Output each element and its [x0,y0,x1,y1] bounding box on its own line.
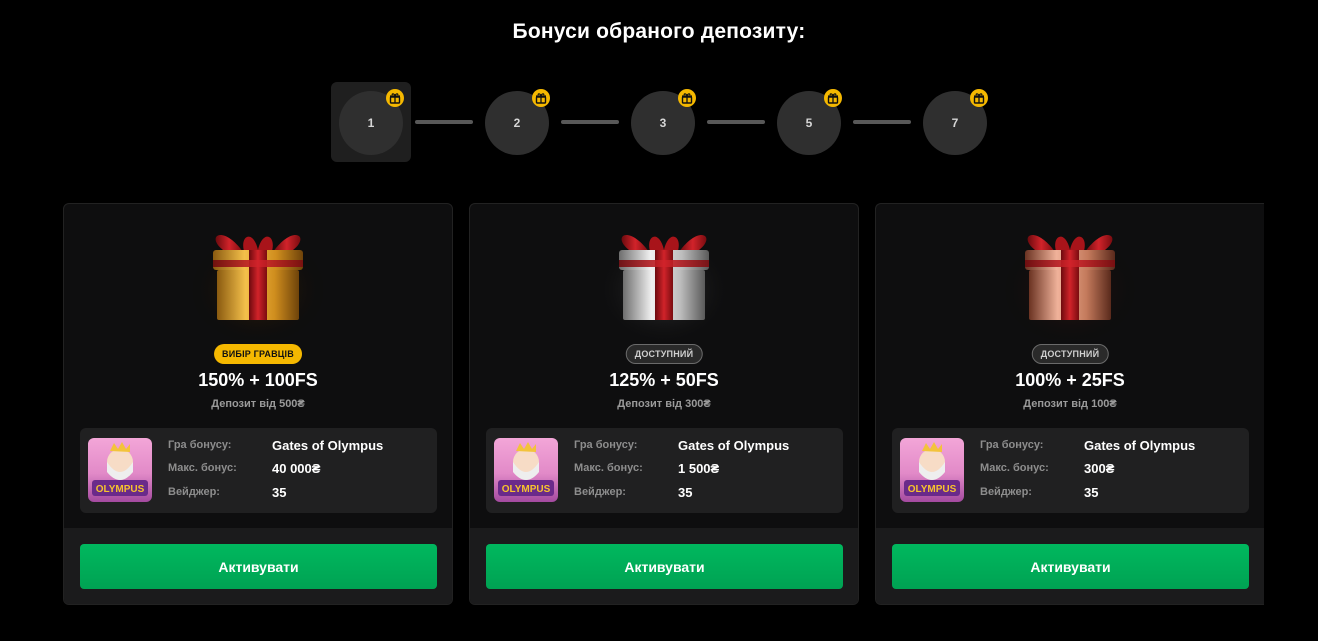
thumbnail-title: OLYMPUS [96,484,145,495]
bonus-offer: 125% + 50FS [609,370,719,390]
game-value: Gates of Olympus [1084,437,1196,453]
max-bonus-label: Макс. бонус: [168,462,237,474]
min-deposit: Депозит від 100₴ [1023,398,1117,410]
wager-label: Вейджер: [574,486,626,498]
available-badge: ДОСТУПНИЙ [1031,344,1109,364]
game-row: Гра бонусу: Gates of Olympus [574,437,789,453]
bonus-offer: 100% + 25FS [1015,370,1125,390]
bonus-offer: 150% + 100FS [198,370,318,390]
game-value: Gates of Olympus [678,437,790,453]
wager-label: Вейджер: [980,486,1032,498]
gift-icon [386,89,404,107]
card-footer: Активувати [876,528,1264,604]
wager-value: 35 [1084,484,1099,500]
gift-icon [970,89,988,107]
gates-of-olympus-thumbnail: OLYMPUS [494,438,558,502]
game-label: Гра бонусу: [980,439,1044,451]
bonus-details: OLYMPUS Гра бонусу: Gates of Olympus Мак… [80,428,437,513]
max-bonus-value: 40 000₴ [272,460,321,476]
bonus-card-2: ДОСТУПНИЙ 125% + 50FS Депозит від 300₴ O… [469,203,859,605]
gift-icon [824,89,842,107]
game-row: Гра бонусу: Gates of Olympus [168,437,383,453]
bronze-gift-image [876,214,1264,339]
page-title: Бонуси обраного депозиту: [512,20,806,43]
activate-button[interactable]: Активувати [486,544,843,589]
step-connector [853,120,911,124]
max-bonus-label: Макс. бонус: [574,462,643,474]
bonus-page: Бонуси обраного депозиту: 1 2 3 5 7 ВИБІ… [0,0,1318,641]
card-footer: Активувати [64,528,452,604]
card-footer: Активувати [470,528,858,604]
deposit-step-3[interactable]: 3 [623,82,703,162]
gates-of-olympus-thumbnail: OLYMPUS [88,438,152,502]
min-deposit: Депозит від 300₴ [617,398,711,410]
wager-row: Вейджер: 35 [574,484,692,500]
thumbnail-title: OLYMPUS [908,484,957,495]
max-bonus-value: 300₴ [1084,460,1115,476]
wager-row: Вейджер: 35 [980,484,1098,500]
gift-icon [532,89,550,107]
step-connector [415,120,473,124]
bonus-details: OLYMPUS Гра бонусу: Gates of Olympus Мак… [892,428,1249,513]
step-connector [707,120,765,124]
deposit-step-7[interactable]: 7 [915,82,995,162]
max-bonus-value: 1 500₴ [678,460,720,476]
gold-gift-image [64,214,452,339]
game-value: Gates of Olympus [272,437,384,453]
players-choice-badge: ВИБІР ГРАВЦІВ [214,344,302,364]
gift-icon [678,89,696,107]
deposit-step-1[interactable]: 1 [331,82,411,162]
wager-value: 35 [678,484,693,500]
game-label: Гра бонусу: [168,439,232,451]
max-bonus-row: Макс. бонус: 40 000₴ [168,460,320,476]
bonus-card-1: ВИБІР ГРАВЦІВ 150% + 100FS Депозит від 5… [63,203,453,605]
game-row: Гра бонусу: Gates of Olympus [980,437,1195,453]
max-bonus-row: Макс. бонус: 1 500₴ [574,460,719,476]
bonus-details: OLYMPUS Гра бонусу: Gates of Olympus Мак… [486,428,843,513]
min-deposit: Депозит від 500₴ [211,398,305,410]
wager-label: Вейджер: [168,486,220,498]
gates-of-olympus-thumbnail: OLYMPUS [900,438,964,502]
max-bonus-label: Макс. бонус: [980,462,1049,474]
activate-button[interactable]: Активувати [80,544,437,589]
available-badge: ДОСТУПНИЙ [625,344,703,364]
max-bonus-row: Макс. бонус: 300₴ [980,460,1114,476]
game-label: Гра бонусу: [574,439,638,451]
thumbnail-title: OLYMPUS [502,484,551,495]
activate-button[interactable]: Активувати [892,544,1249,589]
bonus-card-3: ДОСТУПНИЙ 100% + 25FS Депозит від 100₴ O… [875,203,1264,605]
deposit-step-2[interactable]: 2 [477,82,557,162]
step-connector [561,120,619,124]
wager-value: 35 [272,484,287,500]
wager-row: Вейджер: 35 [168,484,286,500]
silver-gift-image [470,214,858,339]
deposit-step-5[interactable]: 5 [769,82,849,162]
